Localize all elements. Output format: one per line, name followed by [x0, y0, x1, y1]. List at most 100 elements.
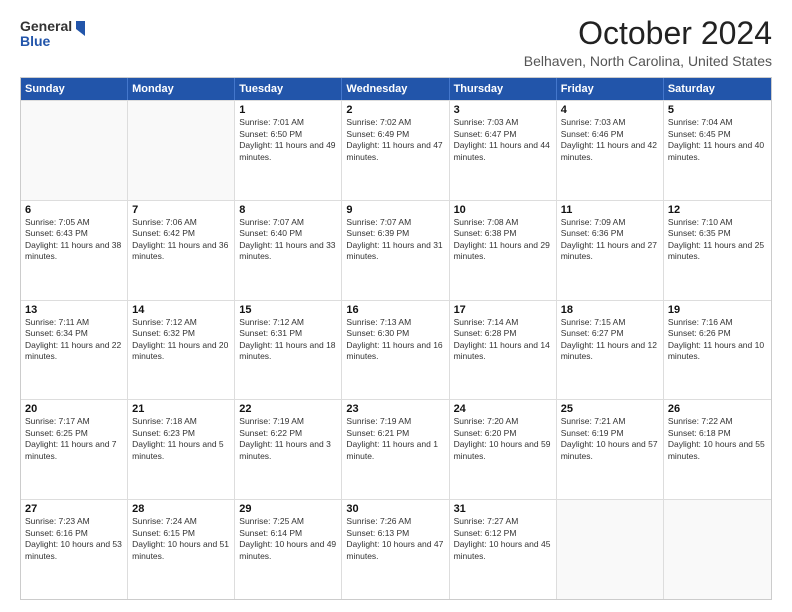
day-number: 4 — [561, 104, 659, 116]
day-number: 10 — [454, 204, 552, 216]
sunset-text: Sunset: 6:40 PM — [239, 228, 337, 239]
sunrise-text: Sunrise: 7:19 AM — [239, 416, 337, 427]
day-number: 11 — [561, 204, 659, 216]
sunset-text: Sunset: 6:30 PM — [346, 328, 444, 339]
header-monday: Monday — [128, 78, 235, 100]
day-number: 22 — [239, 403, 337, 415]
sunset-text: Sunset: 6:12 PM — [454, 528, 552, 539]
header-thursday: Thursday — [450, 78, 557, 100]
header-wednesday: Wednesday — [342, 78, 449, 100]
cal-cell-4-2: 29Sunrise: 7:25 AMSunset: 6:14 PMDayligh… — [235, 500, 342, 599]
cal-cell-3-1: 21Sunrise: 7:18 AMSunset: 6:23 PMDayligh… — [128, 400, 235, 499]
day-number: 31 — [454, 503, 552, 515]
sunset-text: Sunset: 6:16 PM — [25, 528, 123, 539]
cal-cell-1-4: 10Sunrise: 7:08 AMSunset: 6:38 PMDayligh… — [450, 201, 557, 300]
day-number: 13 — [25, 304, 123, 316]
cal-cell-3-6: 26Sunrise: 7:22 AMSunset: 6:18 PMDayligh… — [664, 400, 771, 499]
cal-cell-0-2: 1Sunrise: 7:01 AMSunset: 6:50 PMDaylight… — [235, 101, 342, 200]
daylight-text: Daylight: 10 hours and 55 minutes. — [668, 439, 767, 462]
sunset-text: Sunset: 6:42 PM — [132, 228, 230, 239]
day-number: 27 — [25, 503, 123, 515]
cal-cell-4-0: 27Sunrise: 7:23 AMSunset: 6:16 PMDayligh… — [21, 500, 128, 599]
daylight-text: Daylight: 10 hours and 53 minutes. — [25, 539, 123, 562]
sunrise-text: Sunrise: 7:16 AM — [668, 317, 767, 328]
day-number: 28 — [132, 503, 230, 515]
sunrise-text: Sunrise: 7:21 AM — [561, 416, 659, 427]
daylight-text: Daylight: 11 hours and 7 minutes. — [25, 439, 123, 462]
daylight-text: Daylight: 11 hours and 20 minutes. — [132, 340, 230, 363]
day-number: 5 — [668, 104, 767, 116]
sunrise-text: Sunrise: 7:24 AM — [132, 516, 230, 527]
cal-cell-0-6: 5Sunrise: 7:04 AMSunset: 6:45 PMDaylight… — [664, 101, 771, 200]
cal-cell-2-6: 19Sunrise: 7:16 AMSunset: 6:26 PMDayligh… — [664, 301, 771, 400]
sunrise-text: Sunrise: 7:03 AM — [561, 117, 659, 128]
sunset-text: Sunset: 6:34 PM — [25, 328, 123, 339]
sunrise-text: Sunrise: 7:12 AM — [239, 317, 337, 328]
day-number: 26 — [668, 403, 767, 415]
sunrise-text: Sunrise: 7:20 AM — [454, 416, 552, 427]
sunrise-text: Sunrise: 7:01 AM — [239, 117, 337, 128]
daylight-text: Daylight: 11 hours and 16 minutes. — [346, 340, 444, 363]
sunset-text: Sunset: 6:31 PM — [239, 328, 337, 339]
sunset-text: Sunset: 6:14 PM — [239, 528, 337, 539]
header: General Blue October 2024 Belhaven, Nort… — [20, 16, 772, 69]
cal-cell-3-3: 23Sunrise: 7:19 AMSunset: 6:21 PMDayligh… — [342, 400, 449, 499]
sunrise-text: Sunrise: 7:10 AM — [668, 217, 767, 228]
day-number: 8 — [239, 204, 337, 216]
cal-cell-0-1 — [128, 101, 235, 200]
sunrise-text: Sunrise: 7:11 AM — [25, 317, 123, 328]
week-row-4: 20Sunrise: 7:17 AMSunset: 6:25 PMDayligh… — [21, 399, 771, 499]
sunset-text: Sunset: 6:18 PM — [668, 428, 767, 439]
sunset-text: Sunset: 6:23 PM — [132, 428, 230, 439]
day-number: 20 — [25, 403, 123, 415]
daylight-text: Daylight: 11 hours and 44 minutes. — [454, 140, 552, 163]
daylight-text: Daylight: 11 hours and 10 minutes. — [668, 340, 767, 363]
daylight-text: Daylight: 11 hours and 31 minutes. — [346, 240, 444, 263]
day-number: 16 — [346, 304, 444, 316]
day-number: 29 — [239, 503, 337, 515]
daylight-text: Daylight: 11 hours and 29 minutes. — [454, 240, 552, 263]
day-number: 19 — [668, 304, 767, 316]
sunset-text: Sunset: 6:36 PM — [561, 228, 659, 239]
cal-cell-2-4: 17Sunrise: 7:14 AMSunset: 6:28 PMDayligh… — [450, 301, 557, 400]
cal-cell-2-1: 14Sunrise: 7:12 AMSunset: 6:32 PMDayligh… — [128, 301, 235, 400]
sunset-text: Sunset: 6:19 PM — [561, 428, 659, 439]
logo: General Blue — [20, 16, 90, 56]
page: General Blue October 2024 Belhaven, Nort… — [0, 0, 792, 612]
day-number: 7 — [132, 204, 230, 216]
cal-cell-4-1: 28Sunrise: 7:24 AMSunset: 6:15 PMDayligh… — [128, 500, 235, 599]
daylight-text: Daylight: 10 hours and 51 minutes. — [132, 539, 230, 562]
daylight-text: Daylight: 11 hours and 36 minutes. — [132, 240, 230, 263]
sunrise-text: Sunrise: 7:14 AM — [454, 317, 552, 328]
sunrise-text: Sunrise: 7:26 AM — [346, 516, 444, 527]
sunset-text: Sunset: 6:47 PM — [454, 129, 552, 140]
day-number: 30 — [346, 503, 444, 515]
sunset-text: Sunset: 6:45 PM — [668, 129, 767, 140]
sunset-text: Sunset: 6:27 PM — [561, 328, 659, 339]
sunset-text: Sunset: 6:21 PM — [346, 428, 444, 439]
sunrise-text: Sunrise: 7:09 AM — [561, 217, 659, 228]
sunrise-text: Sunrise: 7:23 AM — [25, 516, 123, 527]
sunset-text: Sunset: 6:46 PM — [561, 129, 659, 140]
sunrise-text: Sunrise: 7:13 AM — [346, 317, 444, 328]
cal-cell-1-1: 7Sunrise: 7:06 AMSunset: 6:42 PMDaylight… — [128, 201, 235, 300]
cal-cell-1-6: 12Sunrise: 7:10 AMSunset: 6:35 PMDayligh… — [664, 201, 771, 300]
day-number: 2 — [346, 104, 444, 116]
cal-cell-2-2: 15Sunrise: 7:12 AMSunset: 6:31 PMDayligh… — [235, 301, 342, 400]
daylight-text: Daylight: 11 hours and 12 minutes. — [561, 340, 659, 363]
sunset-text: Sunset: 6:22 PM — [239, 428, 337, 439]
day-number: 17 — [454, 304, 552, 316]
day-number: 24 — [454, 403, 552, 415]
cal-cell-4-5 — [557, 500, 664, 599]
sunrise-text: Sunrise: 7:05 AM — [25, 217, 123, 228]
sunset-text: Sunset: 6:28 PM — [454, 328, 552, 339]
day-number: 3 — [454, 104, 552, 116]
daylight-text: Daylight: 11 hours and 3 minutes. — [239, 439, 337, 462]
sunset-text: Sunset: 6:20 PM — [454, 428, 552, 439]
sunset-text: Sunset: 6:43 PM — [25, 228, 123, 239]
day-number: 14 — [132, 304, 230, 316]
daylight-text: Daylight: 11 hours and 1 minute. — [346, 439, 444, 462]
logo-svg: General Blue — [20, 16, 90, 56]
sunrise-text: Sunrise: 7:15 AM — [561, 317, 659, 328]
cal-cell-3-4: 24Sunrise: 7:20 AMSunset: 6:20 PMDayligh… — [450, 400, 557, 499]
